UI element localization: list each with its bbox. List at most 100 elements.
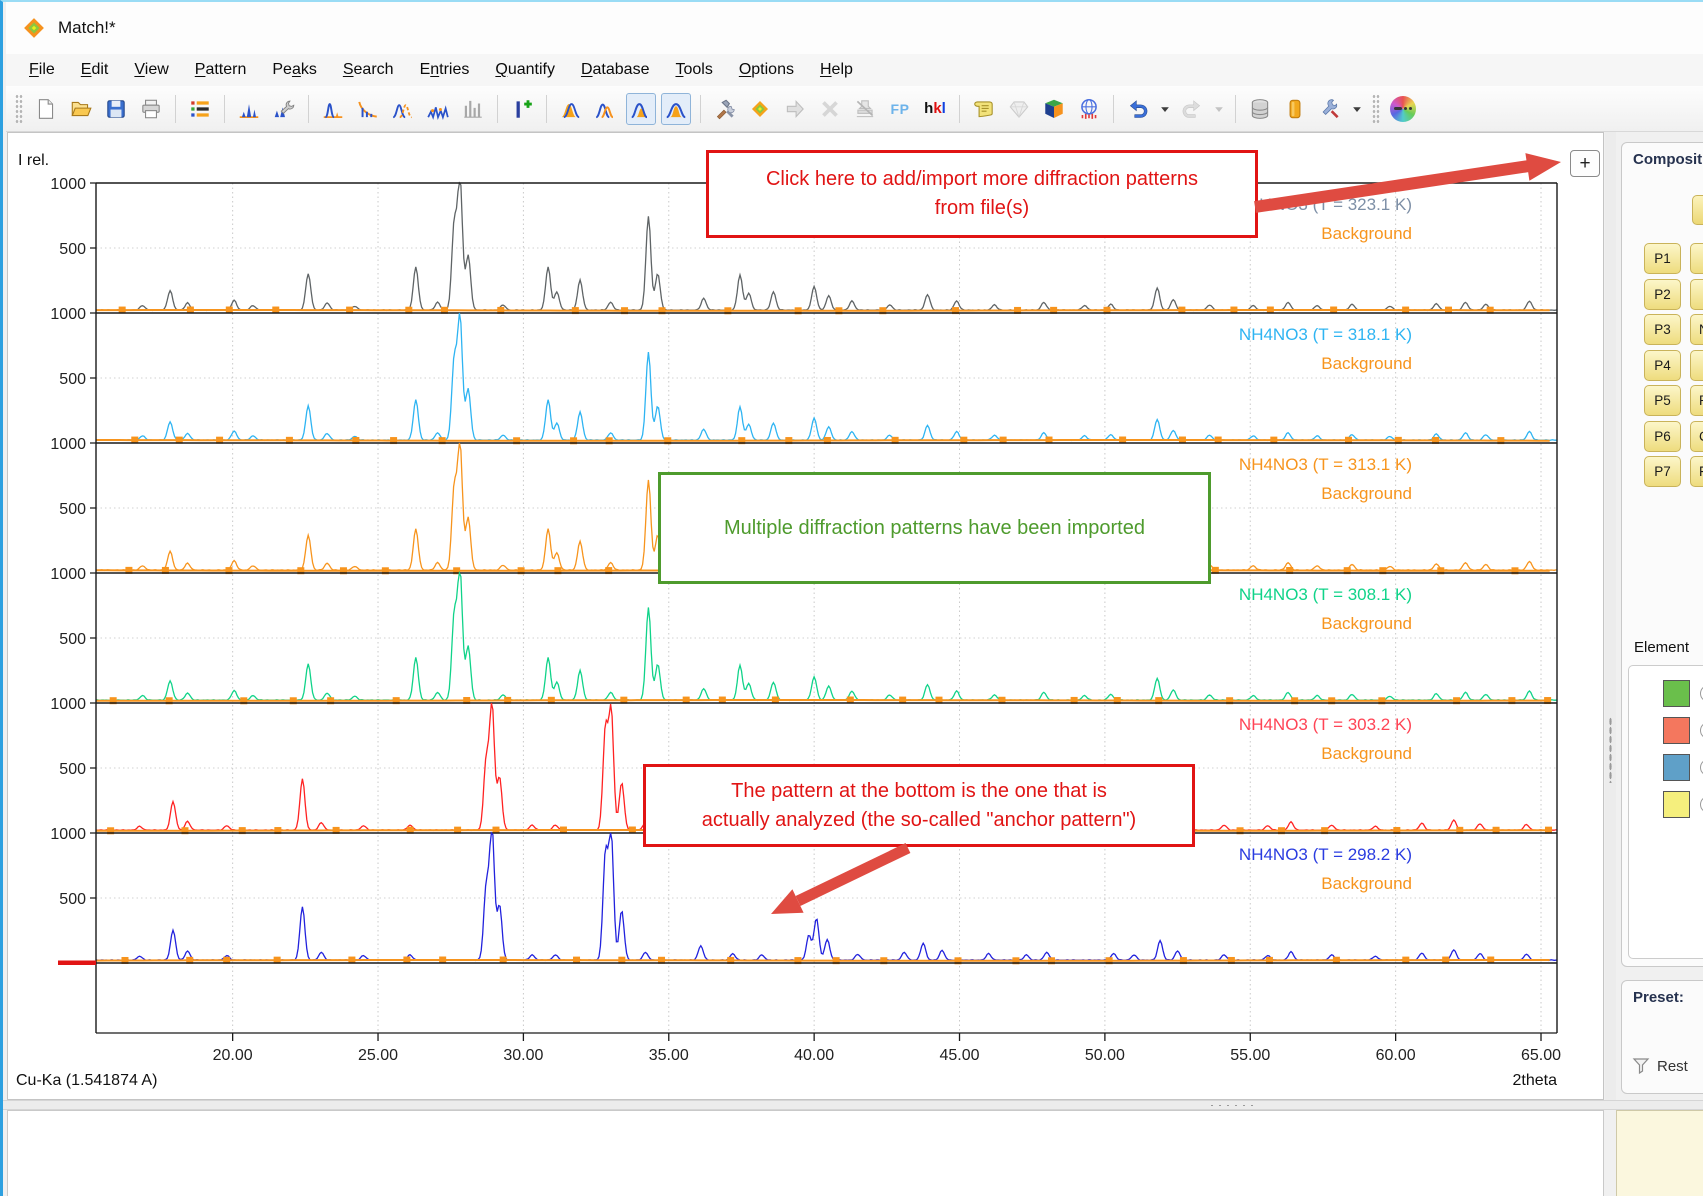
strip-background-button[interactable]	[353, 93, 383, 125]
undo-menu-button[interactable]	[1158, 93, 1172, 125]
menu-search[interactable]: Search	[330, 57, 407, 83]
element-color-swatch[interactable]	[1663, 791, 1690, 818]
delete-entries-button[interactable]	[815, 93, 845, 125]
profile-curves-button[interactable]	[388, 93, 418, 125]
hkl-button[interactable]: hkl	[920, 93, 950, 125]
pattern-button-col2-4[interactable]	[1690, 350, 1703, 381]
vertical-splitter[interactable]	[1605, 132, 1616, 1100]
menu-pattern[interactable]: Pattern	[182, 57, 260, 83]
svg-text:NH4NO3 (T = 298.2 K): NH4NO3 (T = 298.2 K)	[1239, 845, 1412, 864]
pattern-button-col2-6[interactable]: C	[1690, 421, 1703, 452]
restraints-row[interactable]: Rest	[1632, 1057, 1688, 1075]
pattern-button-col2-2[interactable]	[1690, 279, 1703, 310]
alpha2-strip-button[interactable]	[591, 93, 621, 125]
restraints-label: Rest	[1657, 1058, 1688, 1075]
pattern-diagram-button[interactable]	[234, 93, 264, 125]
crystal-structure-button[interactable]	[1074, 93, 1104, 125]
element-color-swatch[interactable]	[1663, 680, 1690, 707]
toolbar-separator	[175, 95, 176, 123]
peaks-wrench-icon	[272, 97, 296, 121]
pattern-button-p5[interactable]: P5	[1644, 385, 1681, 416]
pattern-button-p7[interactable]: P7	[1644, 456, 1681, 487]
new-document-button[interactable]	[31, 93, 61, 125]
pattern-button-p4[interactable]: P4	[1644, 350, 1681, 381]
match-window: Match!* FileEditViewPatternPeaksSearchEn…	[0, 0, 1703, 1196]
bell-curves-icon	[391, 97, 415, 121]
peak-search-button[interactable]	[318, 93, 348, 125]
menu-help[interactable]: Help	[807, 57, 866, 83]
print-button[interactable]	[136, 93, 166, 125]
match-analyze-button[interactable]	[745, 93, 775, 125]
smooth-pattern-button[interactable]	[556, 93, 586, 125]
horizontal-splitter[interactable]	[3, 1100, 1703, 1110]
report-scroll-icon	[972, 97, 996, 121]
svg-text:Background: Background	[1321, 874, 1412, 893]
entries-list-button[interactable]	[185, 93, 215, 125]
toolbar-separator	[1235, 95, 1236, 123]
menu-tools[interactable]: Tools	[662, 57, 725, 83]
report-button[interactable]	[969, 93, 999, 125]
fp-button[interactable]: FP	[885, 93, 915, 125]
redo-button[interactable]	[1177, 93, 1207, 125]
svg-text:1000: 1000	[50, 436, 86, 453]
settings-menu-button[interactable]	[1350, 93, 1364, 125]
add-pattern-button[interactable]: +	[1570, 150, 1600, 177]
svg-text:30.00: 30.00	[503, 1047, 543, 1064]
hkl-label: hkl	[924, 100, 946, 117]
element-color-swatch[interactable]	[1663, 754, 1690, 781]
menu-view[interactable]: View	[121, 57, 181, 83]
toolbar-separator	[224, 95, 225, 123]
bottom-left-panel	[7, 1110, 1604, 1196]
undo-button[interactable]	[1123, 93, 1153, 125]
svg-text:I rel.: I rel.	[18, 152, 49, 169]
composition-mini-button[interactable]: 1	[1692, 195, 1703, 225]
reference-database-button[interactable]	[1280, 93, 1310, 125]
diffraction-plot[interactable]: 1000500NH4NO3 (T = 323.1 K)Background100…	[8, 133, 1603, 1099]
pattern-button-p6[interactable]: P6	[1644, 421, 1681, 452]
fit-bell-icon	[629, 97, 653, 121]
redo-menu-button[interactable]	[1212, 93, 1226, 125]
menu-options[interactable]: Options	[726, 57, 807, 83]
toolbar-drag-handle[interactable]	[1372, 94, 1380, 124]
open-file-button[interactable]	[66, 93, 96, 125]
svg-text:Background: Background	[1321, 614, 1412, 633]
element-color-swatch[interactable]	[1663, 717, 1690, 744]
pattern-button-col2-1[interactable]	[1690, 243, 1703, 274]
peak-fit-button[interactable]	[626, 93, 656, 125]
menu-database[interactable]: Database	[568, 57, 663, 83]
menu-quantify[interactable]: Quantify	[482, 57, 568, 83]
pattern-button-p3[interactable]: P3	[1644, 314, 1681, 345]
pattern-button-col2-7[interactable]: F	[1690, 456, 1703, 487]
color-wheel-icon	[1390, 96, 1416, 122]
svg-text:20.00: 20.00	[213, 1047, 253, 1064]
menu-edit[interactable]: Edit	[68, 57, 122, 83]
peak-search-options-button[interactable]	[269, 93, 299, 125]
svg-text:40.00: 40.00	[794, 1047, 834, 1064]
pattern-button-col2-3[interactable]: N	[1690, 314, 1703, 345]
toolbar-drag-handle[interactable]	[15, 94, 23, 124]
raw-data-button[interactable]	[458, 93, 488, 125]
quantify-step-button[interactable]	[780, 93, 810, 125]
save-button[interactable]	[101, 93, 131, 125]
composition-title: Composition	[1622, 143, 1703, 168]
new-document-icon	[34, 97, 58, 121]
database-button[interactable]	[1245, 93, 1275, 125]
pattern-button-p2[interactable]: P2	[1644, 279, 1681, 310]
menu-entries[interactable]: Entries	[407, 57, 483, 83]
unit-cell-button[interactable]	[1039, 93, 1069, 125]
open-folder-icon	[69, 97, 93, 121]
gem-view-button[interactable]	[1004, 93, 1034, 125]
search-match-button[interactable]	[710, 93, 740, 125]
menu-file[interactable]: File	[16, 57, 68, 83]
pattern-button-p1[interactable]: P1	[1644, 243, 1681, 274]
profile-fit-button[interactable]	[661, 93, 691, 125]
color-scheme-button[interactable]	[1388, 93, 1418, 125]
menu-peaks[interactable]: Peaks	[259, 57, 329, 83]
settings-button[interactable]	[1315, 93, 1345, 125]
peak-correction-button[interactable]	[423, 93, 453, 125]
approve-stamp-button[interactable]	[850, 93, 880, 125]
svg-text:NH4NO3 (T = 313.1 K): NH4NO3 (T = 313.1 K)	[1239, 455, 1412, 474]
filled-bell-icon	[559, 97, 583, 121]
add-peak-button[interactable]	[507, 93, 537, 125]
pattern-button-col2-5[interactable]: P	[1690, 385, 1703, 416]
